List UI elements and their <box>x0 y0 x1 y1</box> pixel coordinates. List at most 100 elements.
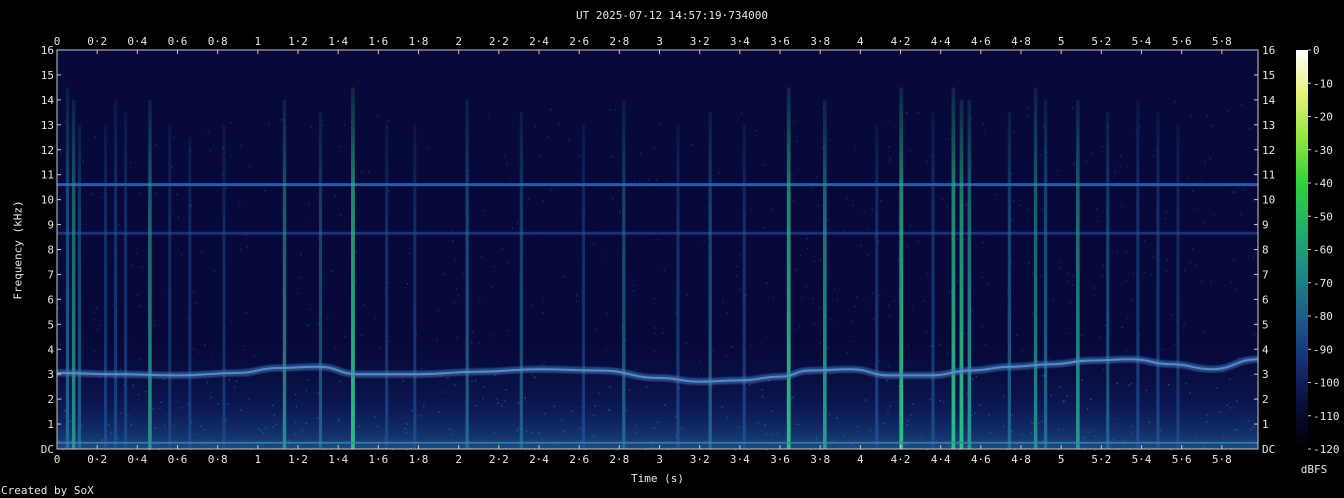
impulse-15 <box>413 124 417 449</box>
dc-line <box>57 441 1258 444</box>
x-tick-label-bottom-4: 0·8 <box>208 453 228 466</box>
x-tick-label-top-8: 1·6 <box>368 35 388 48</box>
y-tick-label-left-0: DC <box>41 443 54 456</box>
impulse-33 <box>1043 99 1048 449</box>
y-tick-label-left-1: 1 <box>47 418 54 431</box>
impulse-10 <box>222 124 226 449</box>
impulse-1 <box>65 87 70 449</box>
impulse-14 <box>385 124 389 449</box>
x-tick-label-top-24: 4·8 <box>1011 35 1031 48</box>
x-tick-label-bottom-12: 2·4 <box>529 453 549 466</box>
impulse-31 <box>1007 112 1012 449</box>
x-tick-label-top-14: 2·8 <box>609 35 629 48</box>
y-tick-label-left-9: 9 <box>47 219 54 232</box>
x-tick-label-bottom-18: 3·6 <box>770 453 790 466</box>
x-tick-label-top-18: 3·6 <box>770 35 790 48</box>
x-tick-label-top-5: 1 <box>255 35 262 48</box>
y-tick-label-left-4: 4 <box>47 343 54 356</box>
colorbar-tick-label-10: -100 <box>1313 377 1340 390</box>
y-tick-label-left-10: 10 <box>41 194 54 207</box>
x-tick-label-top-19: 3·8 <box>810 35 830 48</box>
impulse-19 <box>622 99 626 449</box>
spectrogram-plot <box>56 49 1260 451</box>
x-tick-label-top-16: 3·2 <box>690 35 710 48</box>
y-tick-label-left-13: 13 <box>41 119 54 132</box>
y-tick-label-right-10: 10 <box>1262 194 1275 207</box>
y-tick-label-left-16: 16 <box>41 44 54 57</box>
x-tick-label-top-25: 5 <box>1058 35 1065 48</box>
y-tick-label-left-7: 7 <box>47 268 54 281</box>
x-tick-label-top-23: 4·6 <box>971 35 991 48</box>
colorbar-tick-label-1: -10 <box>1313 77 1333 90</box>
colorbar-tick-label-4: -40 <box>1313 177 1333 190</box>
x-tick-label-bottom-23: 4·6 <box>971 453 991 466</box>
y-tick-label-right-12: 12 <box>1262 144 1275 157</box>
x-tick-label-top-11: 2·2 <box>489 35 509 48</box>
y-tick-label-left-14: 14 <box>41 94 55 107</box>
impulse-8 <box>168 124 172 449</box>
x-tick-label-bottom-8: 1·6 <box>368 453 388 466</box>
colorbar: 0 -10 -20 -30 -40 -50 -60 -70 -80 -90 -100 -110 -120 <box>1296 44 1340 456</box>
x-tick-label-top-22: 4·4 <box>931 35 951 48</box>
x-tick-label-bottom-14: 2·8 <box>609 453 629 466</box>
y-tick-label-right-9: 9 <box>1262 219 1269 232</box>
x-tick-label-top-3: 0·6 <box>168 35 188 48</box>
impulse-6 <box>124 112 128 449</box>
y-tick-label-left-5: 5 <box>47 318 54 331</box>
impulse-38 <box>1176 124 1180 449</box>
impulse-29 <box>959 99 964 449</box>
impulse-23 <box>786 87 791 449</box>
y-tick-label-right-14: 14 <box>1262 94 1276 107</box>
y-tick-label-right-16: 16 <box>1262 44 1275 57</box>
y-tick-label-left-11: 11 <box>41 169 54 182</box>
colorbar-tick-label-9: -90 <box>1313 343 1333 356</box>
y-tick-label-left-15: 15 <box>41 69 54 82</box>
impulse-30 <box>967 99 972 449</box>
y-tick-label-right-15: 15 <box>1262 69 1275 82</box>
impulse-34 <box>1076 99 1080 449</box>
impulse-12 <box>318 112 323 449</box>
y-tick-label-left-12: 12 <box>41 144 54 157</box>
x-axis-label: Time (s) <box>631 472 684 485</box>
impulse-13 <box>351 87 355 449</box>
y-tick-label-right-0: DC <box>1262 443 1275 456</box>
x-tick-label-bottom-1: 0·2 <box>87 453 107 466</box>
colorbar-tick-label-6: -60 <box>1313 244 1333 257</box>
x-tick-label-bottom-28: 5·6 <box>1172 453 1192 466</box>
y-tick-label-right-11: 11 <box>1262 169 1275 182</box>
x-tick-label-bottom-7: 1·4 <box>328 453 348 466</box>
impulse-16 <box>465 99 469 449</box>
x-tick-label-bottom-3: 0·6 <box>168 453 188 466</box>
x-tick-label-bottom-24: 4·8 <box>1011 453 1031 466</box>
x-tick-label-bottom-26: 5·2 <box>1091 453 1111 466</box>
y-tick-label-left-6: 6 <box>47 293 54 306</box>
x-tick-label-bottom-9: 1·8 <box>409 453 429 466</box>
impulse-21 <box>708 112 712 449</box>
impulse-9 <box>188 137 192 449</box>
impulse-5 <box>114 99 118 449</box>
x-tick-label-top-26: 5·2 <box>1091 35 1111 48</box>
impulse-20 <box>676 124 680 449</box>
x-tick-label-bottom-22: 4·4 <box>931 453 951 466</box>
impulse-3 <box>77 124 82 449</box>
x-tick-label-top-1: 0·2 <box>87 35 107 48</box>
impulse-36 <box>1136 99 1140 449</box>
x-tick-label-bottom-25: 5 <box>1058 453 1065 466</box>
impulse-32 <box>1033 87 1038 449</box>
x-tick-label-bottom-13: 2·6 <box>569 453 589 466</box>
colorbar-tick-label-2: -20 <box>1313 111 1333 124</box>
y-tick-label-right-13: 13 <box>1262 119 1275 132</box>
colorbar-tick-label-0: 0 <box>1313 44 1320 57</box>
x-tick-label-top-21: 4·2 <box>891 35 911 48</box>
x-tick-label-top-15: 3 <box>656 35 663 48</box>
colorbar-unit-label: dBFS <box>1300 463 1328 476</box>
y-tick-label-right-3: 3 <box>1262 368 1269 381</box>
impulse-27 <box>931 112 935 449</box>
y-tick-label-right-4: 4 <box>1262 343 1269 356</box>
impulse-7 <box>148 99 152 449</box>
y-tick-label-left-2: 2 <box>47 393 54 406</box>
impulse-4 <box>104 124 108 449</box>
x-tick-label-bottom-27: 5·4 <box>1132 453 1152 466</box>
credit-text: Created by SoX <box>1 484 94 497</box>
colorbar-tick-label-3: -30 <box>1313 144 1333 157</box>
